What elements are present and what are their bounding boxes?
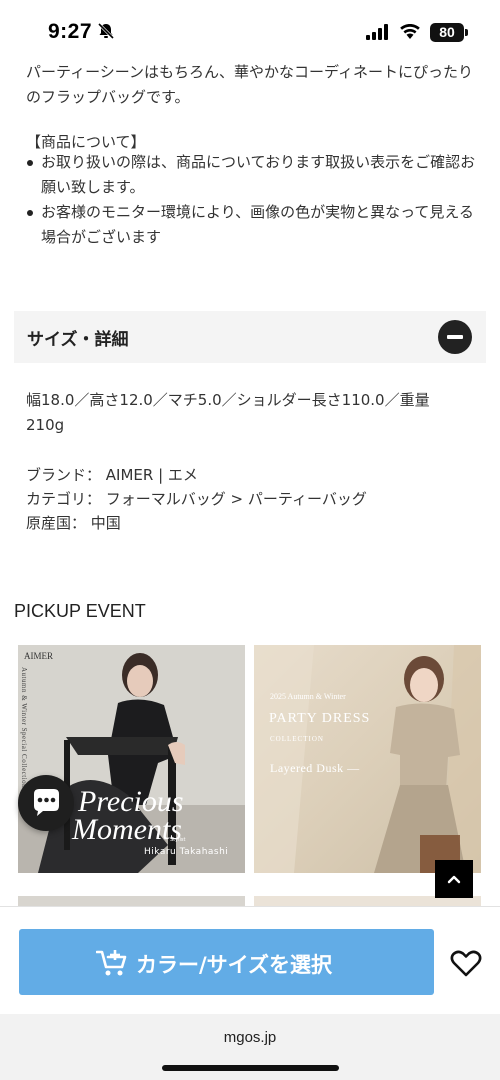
chevron-up-icon [447, 875, 461, 884]
bell-off-icon [97, 22, 115, 40]
status-time: 9:27 [48, 20, 93, 43]
wifi-icon [400, 24, 420, 39]
event-banner-precious-moments[interactable]: AIMER Autumn & Winter Special Collection… [18, 645, 245, 873]
banner-brand: AIMER [24, 651, 53, 661]
banner-tagline: Layered Dusk — [270, 761, 360, 775]
chat-button[interactable] [18, 775, 74, 831]
chat-icon [34, 789, 59, 816]
banner-title: PARTY DRESS [269, 711, 371, 726]
size-details-title: サイズ・詳細 [27, 330, 129, 350]
select-color-size-button[interactable]: カラー/サイズを選択 [19, 929, 434, 995]
home-indicator[interactable] [162, 1065, 339, 1071]
scroll-to-top-button[interactable] [435, 860, 473, 898]
bottom-action-bar: カラー/サイズを選択 [0, 906, 500, 1014]
banner-subtitle: Autumn & Winter Special Collection [20, 667, 28, 789]
banner-credit-label: Stylist [170, 837, 186, 843]
status-bar: 9:27 80 [0, 0, 500, 60]
battery-icon: 80 [430, 23, 464, 42]
banner-subtitle: COLLECTION [270, 735, 324, 743]
battery-tip [465, 29, 468, 36]
origin-line: 原産国： 中国 [26, 514, 121, 532]
url-text: mgos.jp [223, 1029, 277, 1046]
select-button-label: カラー/サイズを選択 [136, 953, 333, 977]
banner-title-line2: Moments [72, 813, 182, 846]
description-intro: パーティーシーンはもちろん、華やかなコーディネートにぴったりのフラップバッグです… [26, 63, 474, 106]
product-details: ブランド： AIMER | エメ カテゴリ： フォーマルバッグ > パーティーバ… [26, 463, 367, 535]
brand-line: ブランド： AIMER | エメ [26, 466, 198, 484]
cart-add-icon [96, 950, 127, 976]
event-banner-party-dress[interactable]: 2025 Autumn & Winter PARTY DRESS COLLECT… [254, 645, 481, 873]
signal-icon [366, 24, 388, 40]
category-line: カテゴリ： フォーマルバッグ > パーティーバッグ [26, 490, 367, 508]
browser-address-bar[interactable]: mgos.jp [0, 1014, 500, 1080]
banner-season: 2025 Autumn & Winter [270, 692, 346, 701]
list-item: お客様のモニター環境により、画像の色が実物と異なって見える場合がございます [26, 200, 476, 250]
minus-icon[interactable] [438, 320, 472, 354]
list-item: お取り扱いの際は、商品についております取扱い表示をご確認お願い致します。 [26, 150, 476, 200]
notice-list: お取り扱いの際は、商品についております取扱い表示をご確認お願い致します。 お客様… [26, 150, 476, 250]
size-details-accordion-header[interactable]: サイズ・詳細 [14, 311, 486, 363]
banner-credit: Hikaru Takahashi [144, 847, 229, 857]
heart-icon[interactable] [450, 949, 482, 977]
size-specs: 幅18.0／高さ12.0／マチ5.0／ショルダー長さ110.0／重量210g [26, 391, 430, 434]
banner-photo-dress [254, 645, 481, 873]
pickup-event-heading: PICKUP EVENT [14, 601, 146, 621]
